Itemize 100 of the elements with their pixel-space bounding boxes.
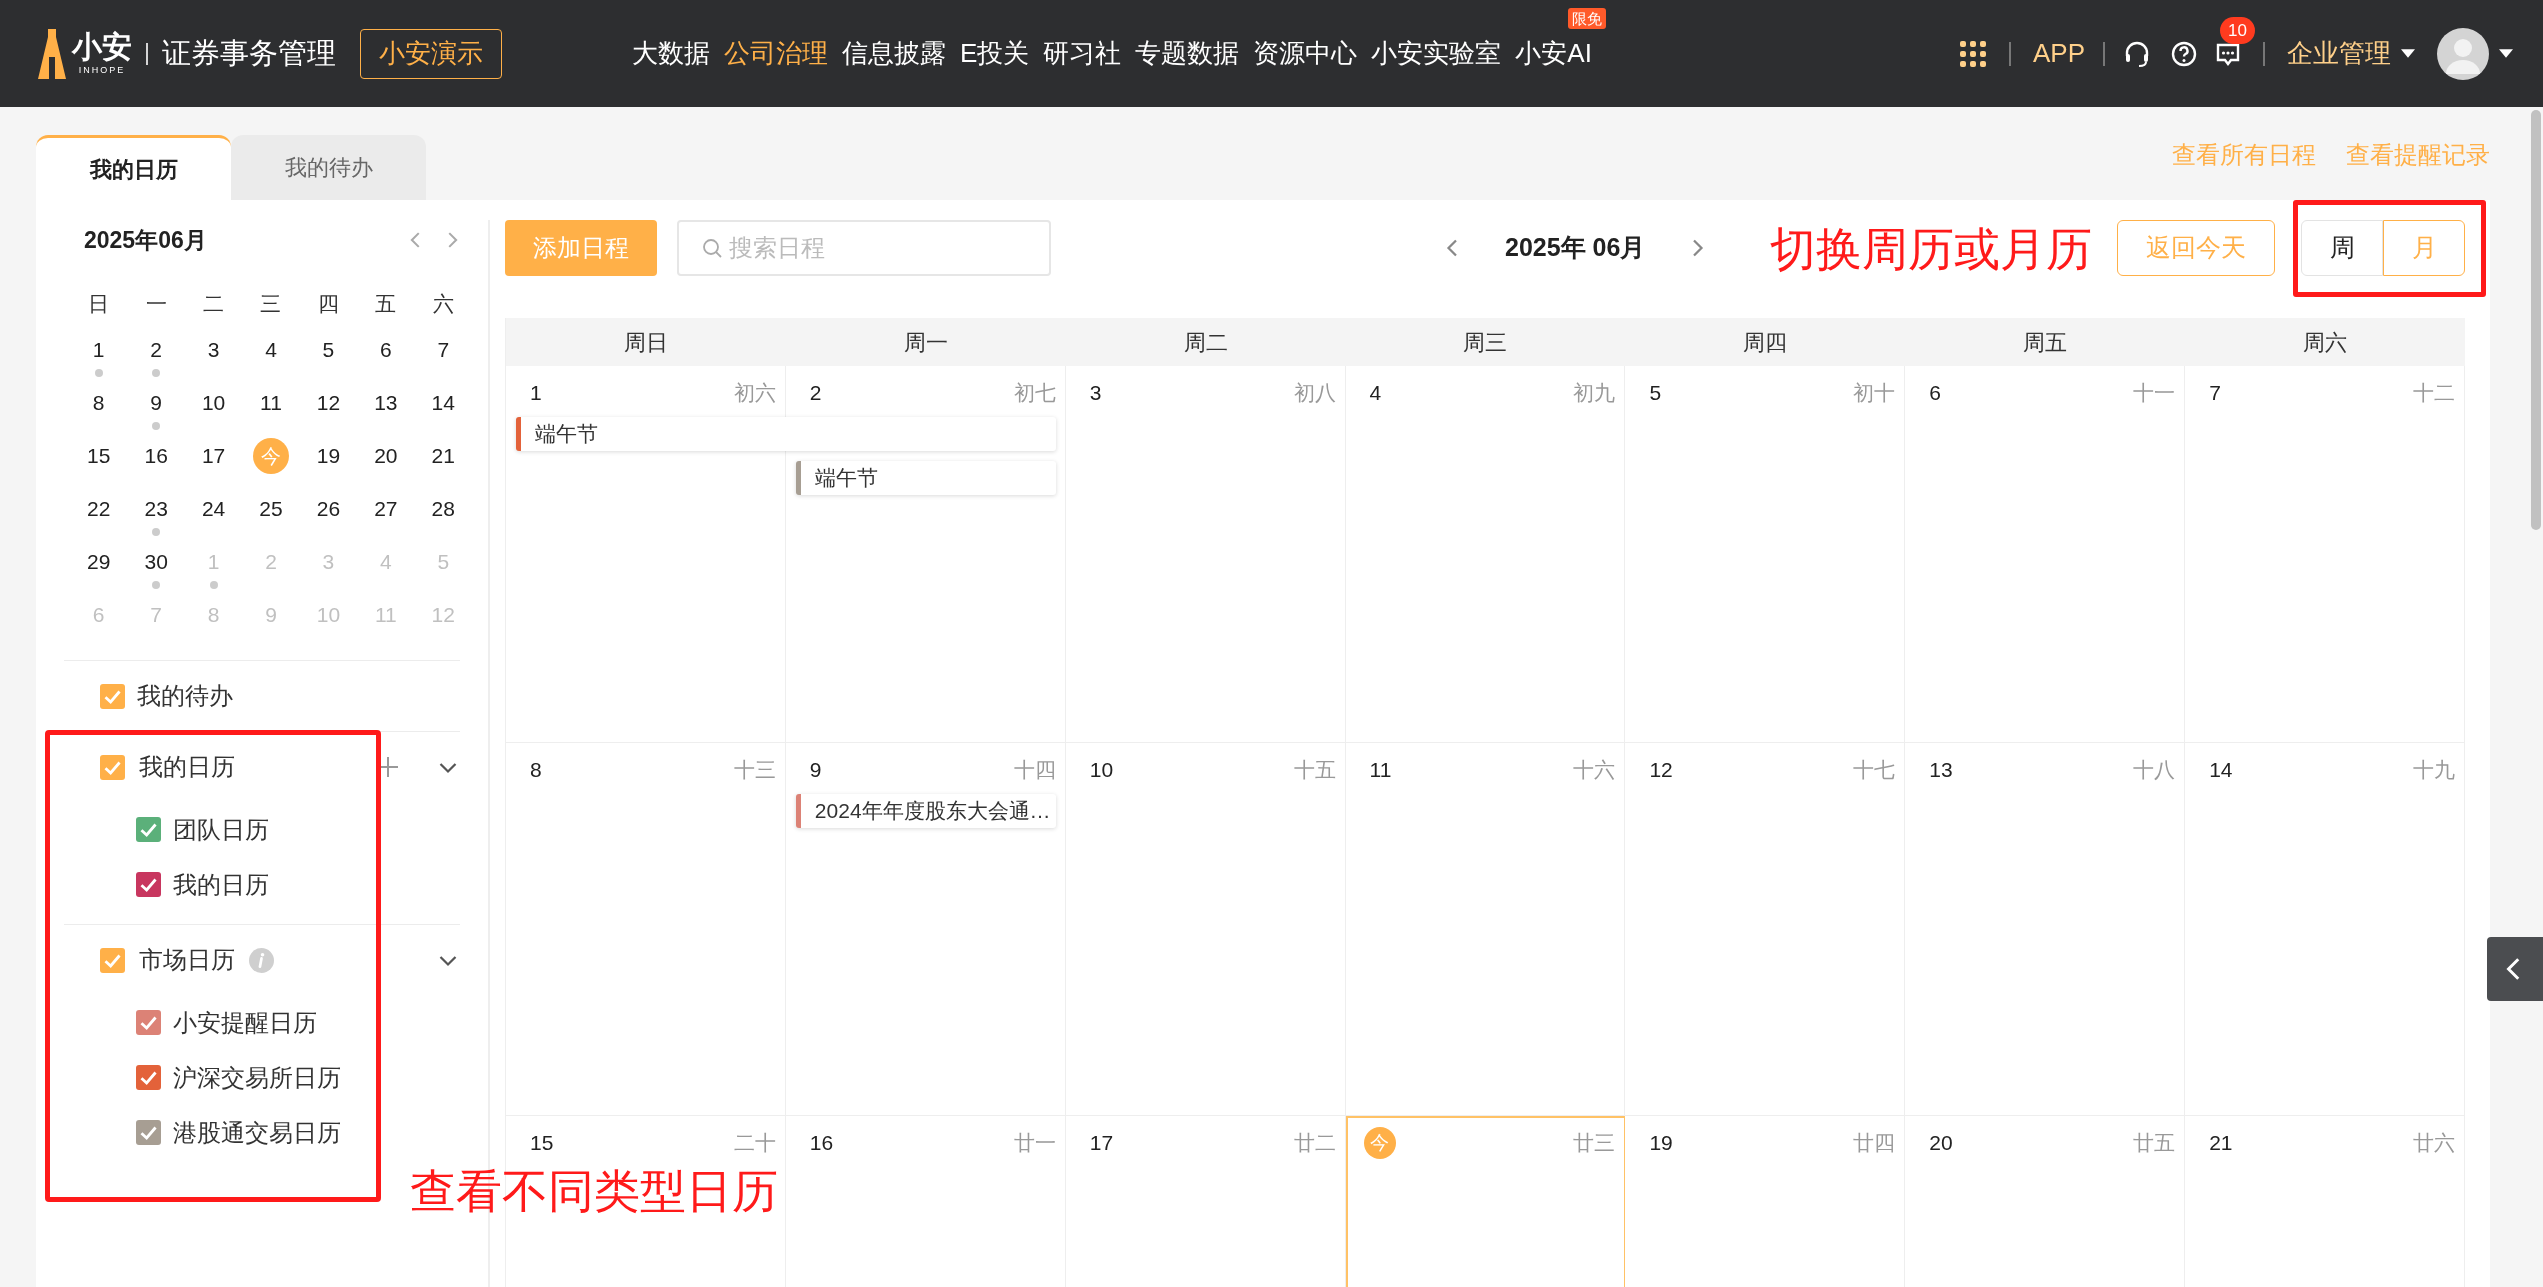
day-number[interactable]: 21 <box>431 438 455 474</box>
day-number[interactable]: 16 <box>144 438 168 474</box>
checkbox[interactable] <box>100 683 125 709</box>
day-number[interactable]: 12 <box>316 385 341 421</box>
day-number[interactable]: 23 <box>144 491 168 527</box>
day-number[interactable]: 13 <box>374 385 398 421</box>
event-chip[interactable]: 端午节 <box>516 417 1056 451</box>
scrollbar-thumb[interactable] <box>2531 110 2541 530</box>
nav-link[interactable]: 小安AI <box>1515 38 1592 68</box>
day-number[interactable]: 28 <box>431 491 455 527</box>
day-number[interactable]: 17 <box>201 438 226 474</box>
weekday-header: 周六 <box>2303 328 2348 357</box>
lunar-date: 十一 <box>2133 380 2176 407</box>
filter-label: 我的待办 <box>137 681 233 711</box>
date-number: 14 <box>2209 757 2233 784</box>
nav-link[interactable]: 小安实验室 <box>1371 38 1502 68</box>
lunar-date: 十七 <box>1853 757 1896 784</box>
view-toggle-tab[interactable]: 周 <box>2301 220 2383 276</box>
day-number[interactable]: 3 <box>207 332 220 368</box>
nav-link[interactable]: 信息披露 <box>842 38 946 68</box>
day-number[interactable]: 27 <box>374 491 398 527</box>
day-number[interactable]: 26 <box>316 491 341 527</box>
lunar-date: 十三 <box>733 757 776 784</box>
calendar-group-label: 市场日历 <box>139 945 235 975</box>
event-chip[interactable]: 端午节 <box>795 461 1056 495</box>
day-number[interactable]: 2 <box>150 332 162 368</box>
day-number[interactable]: 4 <box>265 332 277 368</box>
lunar-date: 廿二 <box>1293 1130 1336 1157</box>
month-label: 2025年 06月 <box>1505 232 1646 264</box>
checkbox[interactable] <box>136 1010 161 1035</box>
help-icon[interactable] <box>2171 40 2197 67</box>
weekday-header: 周一 <box>903 328 948 357</box>
day-number[interactable]: 15 <box>87 438 111 474</box>
day-number[interactable]: 11 <box>260 385 282 421</box>
caret-icon[interactable] <box>2499 49 2513 58</box>
lunar-date: 廿五 <box>2133 1130 2176 1157</box>
calendar-label: 港股通交易日历 <box>173 1117 341 1148</box>
day-number[interactable]: 22 <box>87 491 111 527</box>
date-number: 1 <box>530 380 542 407</box>
enterprise-menu[interactable]: 企业管理 <box>2287 34 2415 73</box>
lunar-date: 十四 <box>1013 757 1056 784</box>
checkbox[interactable] <box>136 1065 161 1090</box>
headset-icon[interactable] <box>2123 39 2151 68</box>
notification-badge: 10 <box>2220 16 2255 44</box>
calendar-tab[interactable]: 我的待办 <box>231 135 426 200</box>
logo-text: 小安 <box>72 32 132 62</box>
day-number[interactable]: 7 <box>437 332 450 368</box>
weekday-label: 日 <box>88 291 110 318</box>
nav-link[interactable]: E投关 <box>960 38 1030 68</box>
demo-button[interactable]: 小安演示 <box>360 28 502 79</box>
lunar-date: 廿六 <box>2413 1130 2455 1157</box>
date-number: 17 <box>1089 1130 1114 1157</box>
checkbox[interactable] <box>136 1120 161 1145</box>
weekday-header: 周四 <box>1743 328 1788 357</box>
nav-link[interactable]: 资源中心 <box>1253 38 1358 68</box>
date-number: 16 <box>809 1130 834 1157</box>
checkbox[interactable] <box>100 754 125 780</box>
lunar-date: 廿三 <box>1573 1130 1616 1157</box>
day-number[interactable]: 1 <box>92 332 105 368</box>
date-number: 15 <box>530 1130 554 1157</box>
nav-link[interactable]: 研习社 <box>1043 38 1122 68</box>
calendar-tab[interactable]: 我的日历 <box>36 135 231 200</box>
day-number[interactable]: 6 <box>380 332 392 368</box>
day-number[interactable]: 24 <box>201 491 226 527</box>
apps-grid-icon[interactable] <box>1958 39 1987 68</box>
day-number[interactable]: 29 <box>87 544 111 580</box>
checkbox[interactable] <box>136 817 161 842</box>
date-number: 5 <box>1649 380 1662 407</box>
weekday-label: 三 <box>260 291 282 318</box>
checkbox[interactable] <box>136 872 161 897</box>
day-number[interactable]: 8 <box>92 385 105 421</box>
date-number: 4 <box>1369 380 1382 407</box>
weekday-label: 四 <box>317 291 339 318</box>
app-link[interactable]: APP <box>2032 34 2085 73</box>
weekday-label: 二 <box>203 291 225 318</box>
checkbox[interactable] <box>100 947 125 973</box>
nav-link[interactable]: 大数据 <box>632 38 710 68</box>
tower-logo-icon <box>36 26 68 81</box>
nav-link[interactable]: 公司治理 <box>724 38 828 68</box>
search-field[interactable]: 搜索日程 <box>677 220 1051 276</box>
nav-link[interactable]: 专题数据 <box>1135 38 1240 68</box>
day-number[interactable]: 25 <box>259 491 283 527</box>
event-chip[interactable]: 2024年年度股东大会通… <box>795 794 1056 828</box>
caret-icon <box>2401 49 2415 58</box>
date-number: 12 <box>1649 757 1673 784</box>
collapse-panel-button[interactable] <box>2487 937 2543 1001</box>
day-number[interactable]: 14 <box>431 385 455 421</box>
day-number[interactable]: 30 <box>144 544 168 580</box>
annotation-text: 切换周历或月历 <box>1770 226 2092 272</box>
day-number[interactable]: 5 <box>322 332 335 368</box>
search-icon <box>701 237 723 259</box>
date-number: 11 <box>1369 757 1392 784</box>
avatar[interactable] <box>2437 27 2489 80</box>
day-number[interactable]: 20 <box>374 438 398 474</box>
lunar-date: 十五 <box>1293 757 1336 784</box>
day-number[interactable]: 10 <box>201 385 226 421</box>
weekday-header: 周五 <box>2023 328 2068 357</box>
day-number[interactable]: 19 <box>316 438 341 474</box>
date-number: 6 <box>1929 380 1941 407</box>
day-number[interactable]: 9 <box>150 385 162 421</box>
